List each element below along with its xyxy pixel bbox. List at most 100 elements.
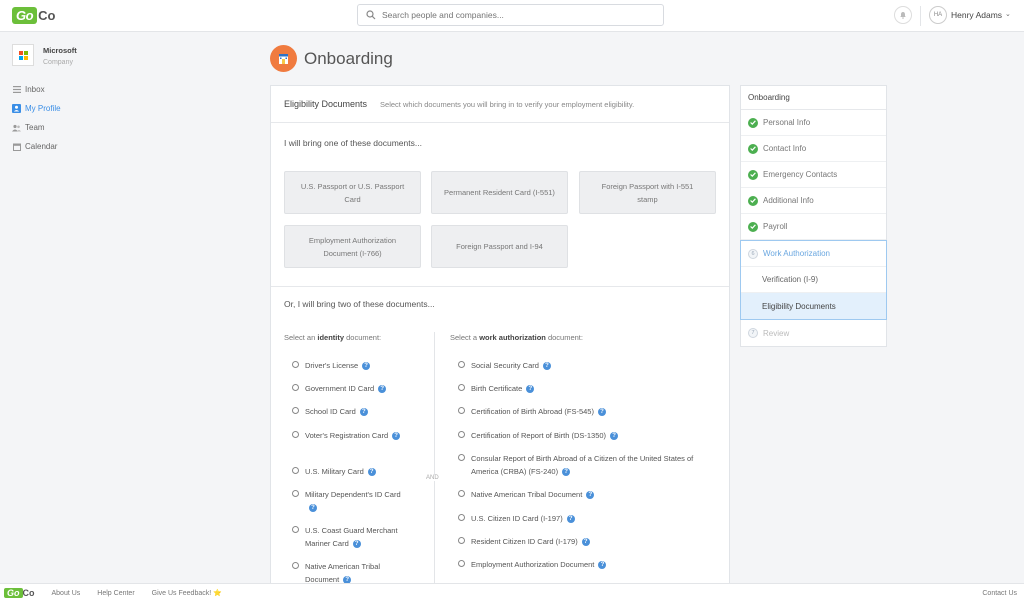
goco-logo[interactable]: Go Co <box>12 7 55 24</box>
sidebar-item-my-profile[interactable]: My Profile <box>12 99 61 118</box>
one-document-section: I will bring one of these documents... U… <box>271 123 729 287</box>
footer: Go Co About Us Help Center Give Us Feedb… <box>0 583 1024 602</box>
company-subtitle: Company <box>43 59 73 66</box>
step-payroll[interactable]: Payroll <box>741 214 886 240</box>
footer-link-about-us[interactable]: About Us <box>52 590 81 597</box>
doc-option-employment-authorization[interactable]: Employment Authorization Document (I-766… <box>284 225 421 268</box>
help-icon[interactable]: ? <box>352 540 361 549</box>
sidebar-item-label: Team <box>25 123 45 132</box>
work-option-native-american-tribal[interactable]: Native American Tribal Document? <box>458 488 718 501</box>
chevron-down-icon[interactable]: ⌄ <box>1005 10 1011 18</box>
doc-option-us-passport[interactable]: U.S. Passport or U.S. Passport Card <box>284 171 421 214</box>
search-input[interactable] <box>382 10 652 20</box>
help-icon[interactable]: ? <box>343 576 352 583</box>
two-document-title: Or, I will bring two of these documents.… <box>284 299 435 309</box>
sidebar-item-label: My Profile <box>25 104 61 113</box>
sidebar-item-label: Inbox <box>25 85 45 94</box>
eligibility-documents-card: Eligibility Documents Select which docum… <box>270 85 730 583</box>
identity-option-coast-guard-mariner[interactable]: U.S. Coast Guard Merchant Mariner Card? <box>292 524 420 550</box>
work-option-birth-abroad-fs545[interactable]: Certification of Birth Abroad (FS-545)? <box>458 405 718 418</box>
identity-option-voters-registration[interactable]: Voter's Registration Card? <box>292 429 404 442</box>
card-title: Eligibility Documents <box>284 99 368 109</box>
radio-button[interactable] <box>458 514 465 521</box>
help-icon[interactable]: ? <box>581 538 590 547</box>
radio-button[interactable] <box>458 490 465 497</box>
identity-option-native-american-tribal[interactable]: Native American Tribal Document? <box>292 560 404 583</box>
help-icon[interactable]: ? <box>562 468 571 477</box>
substep-eligibility-documents[interactable]: Eligibility Documents <box>741 293 886 319</box>
footer-link-feedback[interactable]: Give Us Feedback! ⭐ <box>152 589 222 597</box>
radio-button[interactable] <box>458 454 465 461</box>
identity-option-school-id[interactable]: School ID Card? <box>292 405 412 418</box>
help-icon[interactable]: ? <box>309 504 317 513</box>
steps-title: Onboarding <box>741 86 886 110</box>
help-icon[interactable]: ? <box>378 385 387 394</box>
radio-button[interactable] <box>458 361 465 368</box>
logo-go: Go <box>4 588 23 598</box>
onboarding-icon <box>270 45 297 72</box>
step-additional-info[interactable]: Additional Info <box>741 188 886 214</box>
help-icon[interactable]: ? <box>526 385 535 394</box>
help-icon[interactable]: ? <box>586 491 595 500</box>
help-icon[interactable]: ? <box>542 362 551 371</box>
work-option-social-security-card[interactable]: Social Security Card? <box>458 359 718 372</box>
step-number: 7 <box>748 328 758 338</box>
identity-column-label: Select an identity document: <box>284 333 382 342</box>
identity-option-drivers-license[interactable]: Driver's License? <box>292 359 412 372</box>
identity-option-military-dependents-id[interactable]: Military Dependent's ID Card? <box>292 488 404 514</box>
substep-verification-i9[interactable]: Verification (I-9) <box>741 267 886 293</box>
doc-option-foreign-passport-i94[interactable]: Foreign Passport and I-94 <box>431 225 568 268</box>
check-icon <box>748 221 758 232</box>
identity-option-government-id[interactable]: Government ID Card? <box>292 382 412 395</box>
notification-bell-icon[interactable] <box>894 6 912 24</box>
step-contact-info[interactable]: Contact Info <box>741 136 886 162</box>
radio-button[interactable] <box>292 467 299 474</box>
radio-button[interactable] <box>292 431 299 438</box>
radio-button[interactable] <box>292 490 299 497</box>
footer-link-contact-us[interactable]: Contact Us <box>982 590 1017 597</box>
company-block[interactable]: Microsoft Company <box>12 44 77 66</box>
user-name[interactable]: Henry Adams <box>951 10 1002 20</box>
help-icon[interactable]: ? <box>392 432 401 441</box>
work-option-resident-citizen-id-i179[interactable]: Resident Citizen ID Card (I-179)? <box>458 535 718 548</box>
sidebar-item-label: Calendar <box>25 142 58 151</box>
help-icon[interactable]: ? <box>610 432 619 441</box>
help-icon[interactable]: ? <box>597 408 606 417</box>
radio-button[interactable] <box>458 407 465 414</box>
doc-option-foreign-passport-i551[interactable]: Foreign Passport with I-551 stamp <box>579 171 716 214</box>
help-icon[interactable]: ? <box>367 468 376 477</box>
radio-button[interactable] <box>458 537 465 544</box>
footer-link-help-center[interactable]: Help Center <box>97 590 134 597</box>
step-work-authorization[interactable]: 6 Work Authorization <box>741 241 886 267</box>
avatar[interactable]: HA <box>929 6 947 24</box>
work-option-us-citizen-id-i197[interactable]: U.S. Citizen ID Card (I-197)? <box>458 512 718 525</box>
step-personal-info[interactable]: Personal Info <box>741 110 886 136</box>
column-divider <box>434 332 435 583</box>
doc-option-permanent-resident-card[interactable]: Permanent Resident Card (I-551) <box>431 171 568 214</box>
radio-button[interactable] <box>458 384 465 391</box>
help-icon[interactable]: ? <box>359 408 368 417</box>
sidebar-item-inbox[interactable]: Inbox <box>12 80 61 99</box>
help-icon[interactable]: ? <box>362 362 371 371</box>
work-option-employment-authorization[interactable]: Employment Authorization Document? <box>458 558 718 571</box>
search-box[interactable] <box>357 4 664 26</box>
radio-button[interactable] <box>292 361 299 368</box>
step-review[interactable]: 7 Review <box>741 320 886 346</box>
radio-button[interactable] <box>458 560 465 567</box>
identity-option-us-military-card[interactable]: U.S. Military Card? <box>292 465 412 478</box>
radio-button[interactable] <box>458 431 465 438</box>
team-icon <box>12 123 21 132</box>
help-icon[interactable]: ? <box>598 561 607 570</box>
help-icon[interactable]: ? <box>566 515 575 524</box>
radio-button[interactable] <box>292 562 299 569</box>
work-option-report-of-birth-ds1350[interactable]: Certification of Report of Birth (DS-135… <box>458 429 718 442</box>
radio-button[interactable] <box>292 407 299 414</box>
radio-button[interactable] <box>292 384 299 391</box>
radio-button[interactable] <box>292 526 299 533</box>
work-option-consular-report-fs240[interactable]: Consular Report of Birth Abroad of a Cit… <box>458 452 698 478</box>
step-emergency-contacts[interactable]: Emergency Contacts <box>741 162 886 188</box>
work-option-birth-certificate[interactable]: Birth Certificate? <box>458 382 718 395</box>
sidebar-item-calendar[interactable]: Calendar <box>12 137 61 156</box>
footer-goco-logo[interactable]: Go Co <box>4 588 35 598</box>
sidebar-item-team[interactable]: Team <box>12 118 61 137</box>
